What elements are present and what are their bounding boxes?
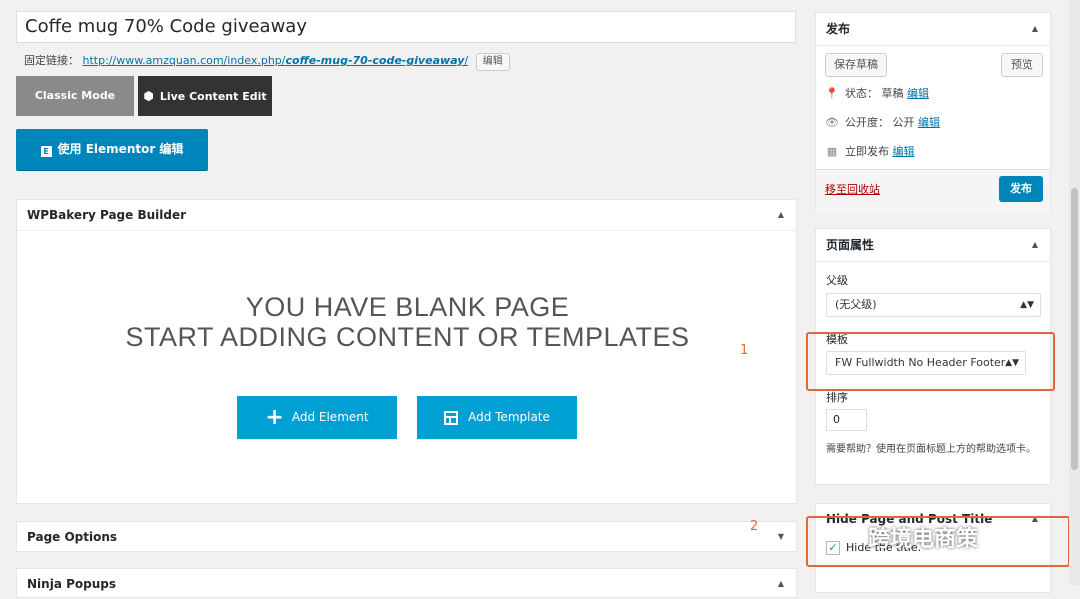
- help-text: 需要帮助？使用在页面标题上方的帮助选项卡。: [826, 444, 1036, 455]
- annotation-number-1: 1: [740, 343, 749, 358]
- calendar-icon: ▦: [826, 145, 838, 158]
- add-element-button[interactable]: + Add Element: [237, 396, 397, 439]
- save-draft-button[interactable]: 保存草稿: [825, 53, 887, 77]
- live-content-edit-button[interactable]: ⬢ Live Content Edit: [138, 76, 272, 116]
- plus-icon: +: [265, 405, 284, 430]
- permalink-row: 固定链接： http://www.amzquan.com/index.php/c…: [24, 53, 510, 71]
- wpbakery-title: WPBakery Page Builder: [27, 208, 187, 222]
- collapse-up-icon[interactable]: ▲: [1032, 13, 1038, 45]
- select-arrows-icon: ▲▼: [1020, 300, 1034, 310]
- permalink-label: 固定链接：: [24, 54, 79, 67]
- elementor-edit-button[interactable]: E 使用 Elementor 编辑: [16, 129, 208, 171]
- collapse-up-icon[interactable]: ▲: [778, 200, 784, 230]
- ninja-popups-panel[interactable]: Ninja Popups ▲: [16, 568, 797, 598]
- ninja-popups-header[interactable]: Ninja Popups ▲: [17, 569, 796, 599]
- status-edit-link[interactable]: 编辑: [907, 87, 929, 100]
- page-options-title: Page Options: [27, 530, 118, 544]
- post-title-input[interactable]: Coffe mug 70% Code giveaway: [16, 11, 796, 43]
- publish-panel: 发布 ▲ 保存草稿 预览 📍 状态： 草稿 编辑 👁 公开度： 公开 编辑 ▦ 立即发…: [815, 12, 1051, 213]
- schedule-edit-link[interactable]: 编辑: [893, 145, 915, 158]
- status-row: 📍 状态： 草稿 编辑: [825, 87, 929, 100]
- blank-page-subheading: START ADDING CONTENT OR TEMPLATES: [125, 322, 690, 352]
- order-label: 排序: [826, 391, 848, 404]
- wpbakery-panel: WPBakery Page Builder ▲ YOU HAVE BLANK P…: [16, 199, 797, 504]
- page-attributes-title: 页面属性: [826, 238, 875, 252]
- watermark: 跨境电商策: [868, 527, 979, 552]
- page-options-panel[interactable]: Page Options ▼: [16, 521, 797, 552]
- add-template-button[interactable]: Add Template: [417, 396, 577, 439]
- live-edit-icon: ⬢: [143, 89, 154, 103]
- publish-title: 发布: [826, 22, 851, 36]
- pin-icon: 📍: [825, 87, 839, 100]
- visibility-row: 👁 公开度： 公开 编辑: [825, 116, 940, 129]
- visibility-edit-link[interactable]: 编辑: [918, 116, 940, 129]
- ninja-popups-title: Ninja Popups: [27, 577, 116, 591]
- scrollbar-thumb[interactable]: [1071, 188, 1078, 470]
- permalink-edit-button[interactable]: 编辑: [475, 53, 510, 71]
- publish-button[interactable]: 发布: [999, 176, 1043, 202]
- order-input[interactable]: 0: [826, 409, 867, 431]
- parent-select[interactable]: (无父级) ▲▼: [826, 293, 1041, 317]
- publish-header[interactable]: 发布 ▲: [816, 13, 1050, 46]
- page-options-header[interactable]: Page Options ▼: [17, 522, 796, 552]
- template-icon: [444, 411, 459, 425]
- preview-button[interactable]: 预览: [1001, 53, 1043, 77]
- permalink-link[interactable]: http://www.amzquan.com/index.php/coffe-m…: [83, 54, 469, 67]
- collapse-up-icon[interactable]: ▲: [778, 569, 784, 599]
- elementor-icon: E: [40, 146, 52, 157]
- blank-page-heading: YOU HAVE BLANK PAGE: [245, 292, 570, 322]
- eye-icon: 👁: [825, 116, 839, 129]
- highlight-box-template: [806, 332, 1055, 391]
- schedule-row: ▦ 立即发布 编辑: [826, 145, 915, 158]
- parent-label: 父级: [826, 274, 848, 287]
- collapse-up-icon[interactable]: ▲: [1032, 229, 1038, 261]
- move-to-trash-link[interactable]: 移至回收站: [825, 181, 880, 197]
- page-attributes-header[interactable]: 页面属性 ▲: [816, 229, 1050, 262]
- annotation-number-2: 2: [750, 519, 759, 534]
- classic-mode-button[interactable]: Classic Mode: [16, 76, 134, 116]
- wpbakery-panel-header[interactable]: WPBakery Page Builder ▲: [17, 200, 796, 231]
- collapse-down-icon[interactable]: ▼: [778, 522, 784, 552]
